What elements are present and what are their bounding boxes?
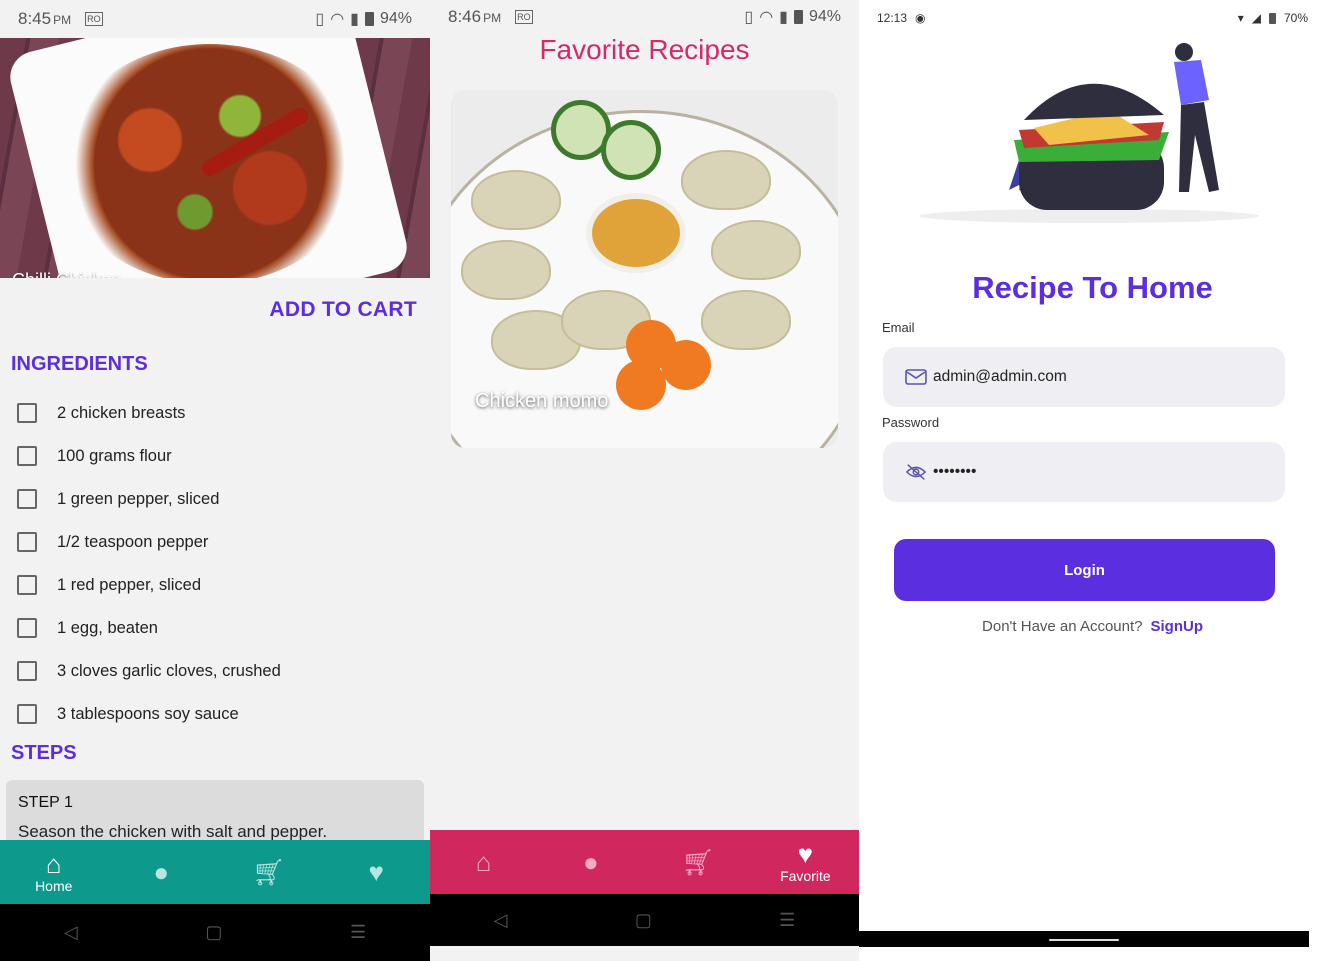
wifi-icon: ▾ bbox=[1237, 11, 1244, 25]
steps-heading: STEPS bbox=[11, 742, 77, 764]
ingredient-item[interactable]: 2 chicken breasts bbox=[17, 403, 185, 423]
recipe-detail-screen: 8:45PM RO ▯ ◠ ▮ 94% Chilli Chicken ADD T… bbox=[0, 0, 430, 961]
mail-icon bbox=[905, 366, 927, 388]
status-time: 12:13 bbox=[877, 11, 908, 25]
person-icon: ● bbox=[153, 857, 170, 887]
home-indicator[interactable] bbox=[1049, 939, 1119, 941]
checkbox[interactable] bbox=[17, 403, 37, 423]
checkbox[interactable] bbox=[17, 704, 37, 724]
password-label: Password bbox=[882, 415, 940, 430]
vibrate-icon: ▯ bbox=[315, 11, 325, 28]
wifi-icon: ◠ bbox=[330, 11, 345, 28]
signup-row: Don't Have an Account? SignUp bbox=[859, 618, 1326, 635]
ingredients-heading: INGREDIENTS bbox=[11, 353, 148, 375]
back-icon[interactable]: ◁ bbox=[64, 922, 78, 943]
nav-profile[interactable]: ● bbox=[108, 840, 216, 904]
status-badge: RO bbox=[515, 10, 533, 24]
system-nav-bar: ◁ ▢ ☰ bbox=[430, 894, 859, 946]
ingredient-item[interactable]: 1 red pepper, sliced bbox=[17, 575, 201, 595]
nav-favorite[interactable]: ♥ bbox=[323, 840, 431, 904]
notification-icon: ◉ bbox=[915, 11, 926, 25]
checkbox[interactable] bbox=[17, 575, 37, 595]
login-button[interactable]: Login bbox=[894, 539, 1275, 601]
ingredient-item[interactable]: 3 tablespoons soy sauce bbox=[17, 704, 239, 724]
checkbox[interactable] bbox=[17, 661, 37, 681]
burger-illustration bbox=[919, 43, 1259, 223]
step-text: Season the chicken with salt and pepper. bbox=[18, 822, 328, 841]
home-icon: ⌂ bbox=[475, 847, 492, 877]
signup-link[interactable]: SignUp bbox=[1150, 618, 1203, 635]
eye-off-icon[interactable] bbox=[905, 461, 927, 483]
heart-icon: ♥ bbox=[797, 839, 814, 869]
nav-cart[interactable]: 🛒︎ bbox=[215, 840, 323, 904]
battery-level: 94% bbox=[808, 8, 841, 25]
signal-icon: ▮ bbox=[350, 11, 359, 28]
nav-profile[interactable]: ● bbox=[537, 830, 644, 894]
email-field[interactable]: admin@admin.com bbox=[883, 347, 1285, 407]
favorite-recipe-card[interactable]: Chicken momo bbox=[451, 90, 838, 448]
status-time: 8:45 PM bbox=[18, 9, 72, 28]
checkbox[interactable] bbox=[17, 618, 37, 638]
signal-icon: ▮ bbox=[779, 9, 788, 26]
home-icon: ⌂ bbox=[45, 849, 62, 879]
step-title: STEP 1 bbox=[18, 794, 73, 811]
ingredient-item[interactable]: 1 green pepper, sliced bbox=[17, 489, 219, 509]
cart-icon: 🛒︎ bbox=[252, 857, 286, 887]
menu-icon[interactable]: ☰ bbox=[779, 910, 795, 931]
menu-icon[interactable]: ☰ bbox=[350, 922, 366, 943]
password-value: •••••••• bbox=[933, 463, 977, 480]
signal-icon: ◢ bbox=[1251, 11, 1261, 25]
login-screen: 12:13 ◉ ▾ ◢ 70% Recipe To Home Email adm… bbox=[859, 0, 1326, 961]
checkbox[interactable] bbox=[17, 489, 37, 509]
bottom-nav: ⌂ Home ● 🛒︎ ♥ bbox=[0, 840, 430, 904]
signup-prompt: Don't Have an Account? bbox=[982, 618, 1143, 635]
status-bar: 8:45 PM RO ▯ ◠ ▮ 94% bbox=[0, 0, 430, 38]
wifi-icon: ◠ bbox=[759, 9, 774, 26]
status-time: 8:46 PM bbox=[448, 7, 502, 26]
nav-home[interactable]: ⌂ bbox=[430, 830, 537, 894]
status-bar: 8:46 PM RO ▯ ◠ ▮ 94% bbox=[430, 0, 859, 34]
recipe-hero-image: Chilli Chicken bbox=[0, 38, 430, 278]
add-to-cart-button[interactable]: ADD TO CART bbox=[269, 298, 417, 322]
nav-home[interactable]: ⌂ Home bbox=[0, 840, 108, 904]
cart-icon: 🛒︎ bbox=[681, 847, 715, 877]
system-nav-bar: ◁ ▢ ☰ bbox=[0, 904, 430, 961]
status-bar: 12:13 ◉ ▾ ◢ 70% bbox=[859, 0, 1326, 36]
nav-favorite[interactable]: ♥ Favorite bbox=[752, 830, 859, 894]
app-title: Recipe To Home bbox=[972, 270, 1213, 305]
ingredient-item[interactable]: 100 grams flour bbox=[17, 446, 172, 466]
favorites-screen: 8:46 PM RO ▯ ◠ ▮ 94% Favorite Recipes Chi… bbox=[430, 0, 859, 961]
ingredient-item[interactable]: 3 cloves garlic cloves, crushed bbox=[17, 661, 281, 681]
recipe-title: Chilli Chicken bbox=[12, 270, 121, 278]
square-icon[interactable]: ▢ bbox=[635, 910, 652, 931]
gesture-bar bbox=[859, 931, 1309, 947]
battery-icon bbox=[1268, 12, 1276, 24]
battery-level: 94% bbox=[379, 10, 412, 27]
vibrate-icon: ▯ bbox=[744, 9, 754, 26]
nav-cart[interactable]: 🛒︎ bbox=[645, 830, 752, 894]
status-badge: RO bbox=[85, 12, 103, 26]
email-value: admin@admin.com bbox=[933, 368, 1067, 385]
square-icon[interactable]: ▢ bbox=[205, 922, 222, 943]
email-label: Email bbox=[882, 320, 915, 335]
checkbox[interactable] bbox=[17, 446, 37, 466]
battery-icon bbox=[364, 12, 374, 26]
person-icon: ● bbox=[583, 847, 599, 877]
battery-icon bbox=[793, 10, 803, 24]
ingredient-item[interactable]: 1 egg, beaten bbox=[17, 618, 158, 638]
recipe-card-title: Chicken momo bbox=[475, 390, 609, 412]
back-icon[interactable]: ◁ bbox=[494, 910, 508, 931]
password-field[interactable]: •••••••• bbox=[883, 442, 1285, 502]
battery-level: 70% bbox=[1283, 11, 1308, 25]
checkbox[interactable] bbox=[17, 532, 37, 552]
page-title: Favorite Recipes bbox=[539, 34, 750, 65]
ingredient-item[interactable]: 1/2 teaspoon pepper bbox=[17, 532, 208, 552]
heart-icon: ♥ bbox=[368, 857, 384, 887]
bottom-nav: ⌂ ● 🛒︎ ♥ Favorite bbox=[430, 830, 859, 894]
